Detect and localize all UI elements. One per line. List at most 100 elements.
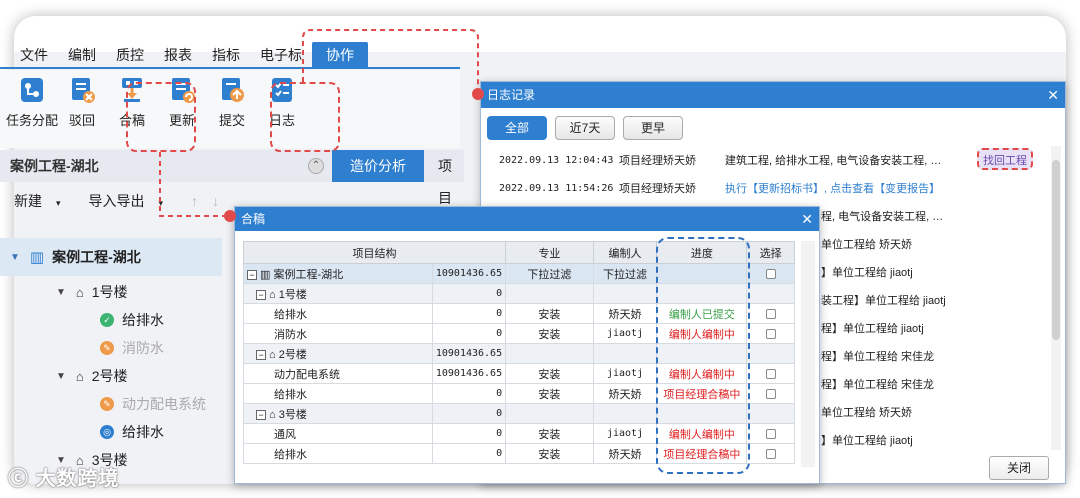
select-checkbox[interactable] xyxy=(765,448,776,459)
collapse-icon[interactable]: − xyxy=(256,349,266,360)
row-name: 消防水 xyxy=(243,323,433,344)
select-checkbox[interactable] xyxy=(765,388,776,399)
reject-icon xyxy=(68,76,96,104)
collapse-icon[interactable]: − xyxy=(247,269,257,280)
log-scrollbar[interactable] xyxy=(1051,146,1061,450)
log-user: 项目经理矫天娇 xyxy=(619,183,696,195)
merge-marker xyxy=(224,210,236,222)
row-amount: 10901436.65 xyxy=(431,343,507,364)
import-export-label: 导入导出 xyxy=(88,193,145,209)
filter-7days-button[interactable]: 近7天 xyxy=(555,116,615,140)
tree-node-b1[interactable]: ▼ ⌂ 1号楼 xyxy=(56,282,128,302)
house-icon: ⌂ xyxy=(75,368,84,384)
close-button[interactable]: 关闭 xyxy=(989,456,1049,480)
select-checkbox[interactable] xyxy=(765,308,776,319)
tree-node-b1-fire[interactable]: ✎ 消防水 xyxy=(100,338,164,358)
row-amount: 0 xyxy=(431,383,507,404)
row-amount: 0 xyxy=(431,403,507,424)
filter-earlier-button[interactable]: 更早 xyxy=(623,116,683,140)
row-editor: 矫天娇 xyxy=(592,303,658,324)
row-editor: jiaotj xyxy=(592,323,658,344)
row-major: 安装 xyxy=(505,323,594,344)
tab-project[interactable]: 项目 xyxy=(424,150,464,206)
tree-node-root[interactable]: ▼ ▥ 案例工程-湖北 xyxy=(0,238,222,276)
merge-highlight xyxy=(126,82,196,152)
tree-label: 2号楼 xyxy=(91,368,128,384)
submit-icon xyxy=(218,76,246,104)
row-name: 案例工程-湖北 xyxy=(273,268,344,281)
select-checkbox[interactable] xyxy=(765,328,776,339)
menu-edit[interactable]: 编制 xyxy=(58,45,106,68)
log-content: 程, 电气设备安装工程, … xyxy=(821,211,944,223)
row-name: 通风 xyxy=(243,423,433,444)
close-icon[interactable]: ✕ xyxy=(801,207,813,231)
expand-icon[interactable]: ▼ xyxy=(56,371,66,382)
col-select: 选择 xyxy=(746,241,795,264)
row-amount: 10901436.65 xyxy=(431,263,507,284)
import-export-menu[interactable]: 导入导出 ▾ xyxy=(89,191,178,211)
house-icon: ⌂ xyxy=(269,348,279,361)
row-amount: 0 xyxy=(431,323,507,344)
menu-quality[interactable]: 质控 xyxy=(106,45,154,68)
building-icon: ▥ xyxy=(260,268,274,281)
editor-filter[interactable]: 下拉过滤 xyxy=(592,263,658,284)
close-icon[interactable]: ✕ xyxy=(1047,82,1059,108)
scroll-thumb[interactable] xyxy=(1052,160,1060,340)
tree-node-b2[interactable]: ▼ ⌂ 2号楼 xyxy=(56,366,128,386)
move-up-icon[interactable]: ↑ xyxy=(191,193,198,209)
select-checkbox[interactable] xyxy=(765,268,776,279)
select-checkbox[interactable] xyxy=(765,428,776,439)
log-content: 程】单位工程给 jiaotj xyxy=(821,323,924,335)
menu-ebid[interactable]: 电子标 xyxy=(250,45,312,68)
tree-node-b1-drain[interactable]: ✓ 给排水 xyxy=(100,310,164,330)
menu-collaborate[interactable]: 协作 xyxy=(312,42,368,68)
row-major: 安装 xyxy=(505,303,594,324)
row-name: 给排水 xyxy=(243,383,433,404)
expand-icon[interactable]: ▼ xyxy=(10,252,20,263)
merge-scrollbar[interactable] xyxy=(801,241,815,467)
log-row: 2022.09.13 11:54:26 项目经理矫天娇 执行【更新招标书】, 点… xyxy=(481,174,1053,202)
tab-cost-analysis[interactable]: 造价分析 xyxy=(332,150,424,182)
tree-label: 消防水 xyxy=(122,340,164,356)
edit-icon: ✎ xyxy=(100,341,114,355)
task-assign-button[interactable]: 任务分配 xyxy=(6,70,58,148)
watermark-text: 大数跨境 xyxy=(35,468,120,490)
submit-button[interactable]: 提交 xyxy=(210,70,254,148)
major-filter[interactable]: 下拉过滤 xyxy=(505,263,594,284)
tree-label: 给排水 xyxy=(122,424,164,440)
edit-icon: ✎ xyxy=(100,397,114,411)
retract-project-button[interactable]: 找回工程 xyxy=(977,148,1033,170)
collapse-icon[interactable]: ⌃ xyxy=(308,158,324,174)
task-assign-icon xyxy=(18,76,46,104)
move-down-icon[interactable]: ↓ xyxy=(212,193,219,209)
col-major: 专业 xyxy=(505,241,594,264)
select-checkbox[interactable] xyxy=(765,368,776,379)
log-highlight xyxy=(270,82,340,152)
tree-node-b2-drain[interactable]: ◎ 给排水 xyxy=(100,422,164,442)
project-tree: ▼ ▥ 案例工程-湖北 ▼ ⌂ 1号楼 ✓ 给排水 ✎ 消防水 ▼ ⌂ 2号楼 … xyxy=(0,220,232,480)
new-label: 新建 xyxy=(14,193,42,209)
menu-file[interactable]: 文件 xyxy=(10,45,58,68)
project-panel-header: 案例工程-湖北 ⌃ xyxy=(0,150,332,182)
reject-button[interactable]: 驳回 xyxy=(60,70,104,148)
project-title: 案例工程-湖北 xyxy=(10,158,99,174)
collapse-icon[interactable]: − xyxy=(256,409,266,420)
filter-all-button[interactable]: 全部 xyxy=(487,116,547,140)
row-name: 给排水 xyxy=(243,303,433,324)
log-content: 程】单位工程给 宋佳龙 xyxy=(821,351,935,363)
row-major: 安装 xyxy=(505,363,594,384)
row-major: 安装 xyxy=(505,443,594,464)
progress-highlight xyxy=(656,237,750,474)
log-link[interactable]: 执行【更新招标书】, 点击查看【变更报告】 xyxy=(705,180,940,196)
collapse-icon[interactable]: − xyxy=(256,289,266,300)
menu-report[interactable]: 报表 xyxy=(154,45,202,68)
menu-bar: 文件 编制 质控 报表 指标 电子标 协作 xyxy=(0,42,470,68)
new-menu[interactable]: 新建 ▾ xyxy=(14,191,75,211)
menu-index[interactable]: 指标 xyxy=(202,45,250,68)
expand-icon[interactable]: ▼ xyxy=(56,287,66,298)
log-content: 装工程】单位工程给 jiaotj xyxy=(821,295,946,307)
row-amount: 0 xyxy=(431,443,507,464)
tree-node-b2-power[interactable]: ✎ 动力配电系统 xyxy=(100,394,206,414)
row-name: 动力配电系统 xyxy=(243,363,433,384)
log-content: 单位工程给 矫天娇 xyxy=(821,239,913,251)
